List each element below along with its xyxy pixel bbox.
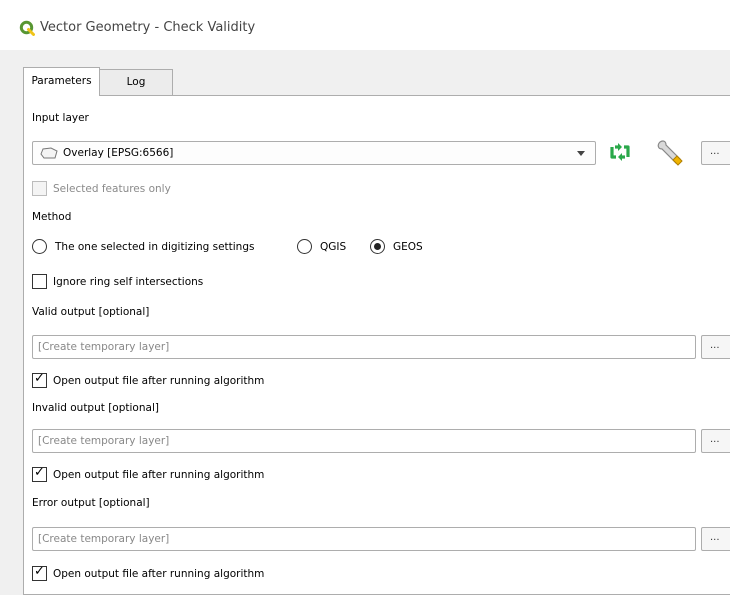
radio-qgis[interactable] <box>297 239 312 254</box>
input-layer-browse-button[interactable]: ... <box>701 141 730 165</box>
valid-open-after-label: Open output file after running algorithm <box>53 375 265 387</box>
browse-button-label: ... <box>710 532 720 543</box>
selected-features-label: Selected features only <box>53 183 171 195</box>
radio-qgis-label: QGIS <box>320 241 347 253</box>
error-output-field[interactable]: [Create temporary layer] <box>32 527 696 551</box>
polygon-layer-icon <box>40 147 58 159</box>
tab-parameters[interactable]: Parameters <box>23 67 100 96</box>
radio-geos[interactable] <box>370 239 385 254</box>
method-label: Method <box>32 211 72 223</box>
browse-button-label: ... <box>710 146 720 157</box>
input-layer-combobox[interactable]: Overlay [EPSG:6566] <box>32 141 596 165</box>
valid-open-after-checkbox[interactable]: ✓ <box>32 371 47 388</box>
chevron-down-icon[interactable] <box>577 151 585 156</box>
invalid-output-field[interactable]: [Create temporary layer] <box>32 429 696 453</box>
valid-output-label: Valid output [optional] <box>32 306 150 318</box>
invalid-open-after-label: Open output file after running algorithm <box>53 469 265 481</box>
invalid-open-after-checkbox[interactable]: ✓ <box>32 465 47 482</box>
radio-digitizing-settings[interactable] <box>32 239 47 254</box>
error-output-label: Error output [optional] <box>32 497 150 509</box>
invalid-output-browse-button[interactable]: ... <box>701 429 730 453</box>
checkmark-icon: ✓ <box>34 564 45 579</box>
browse-button-label: ... <box>710 340 720 351</box>
valid-output-browse-button[interactable]: ... <box>701 335 730 359</box>
qgis-logo-icon <box>19 20 35 36</box>
radio-selected-dot <box>374 243 381 250</box>
selected-features-checkbox[interactable] <box>32 181 47 196</box>
invalid-output-label: Invalid output [optional] <box>32 402 159 414</box>
input-layer-value: Overlay [EPSG:6566] <box>63 147 174 159</box>
error-output-browse-button[interactable]: ... <box>701 527 730 551</box>
window-titlebar: Vector Geometry - Check Validity <box>0 0 730 50</box>
browse-button-label: ... <box>710 434 720 445</box>
error-open-after-label: Open output file after running algorithm <box>53 568 265 580</box>
iterate-icon[interactable] <box>607 139 633 165</box>
tab-log[interactable]: Log <box>99 69 173 95</box>
valid-output-field[interactable]: [Create temporary layer] <box>32 335 696 359</box>
wrench-icon[interactable] <box>654 136 686 168</box>
window-title: Vector Geometry - Check Validity <box>40 20 256 35</box>
ignore-ring-label: Ignore ring self intersections <box>53 276 204 288</box>
ignore-ring-checkbox[interactable] <box>32 274 47 289</box>
radio-geos-label: GEOS <box>393 241 423 253</box>
checkmark-icon: ✓ <box>34 465 45 480</box>
input-layer-label: Input layer <box>32 112 89 124</box>
radio-digitizing-settings-label: The one selected in digitizing settings <box>55 241 255 253</box>
error-open-after-checkbox[interactable]: ✓ <box>32 564 47 581</box>
checkmark-icon: ✓ <box>34 371 45 386</box>
